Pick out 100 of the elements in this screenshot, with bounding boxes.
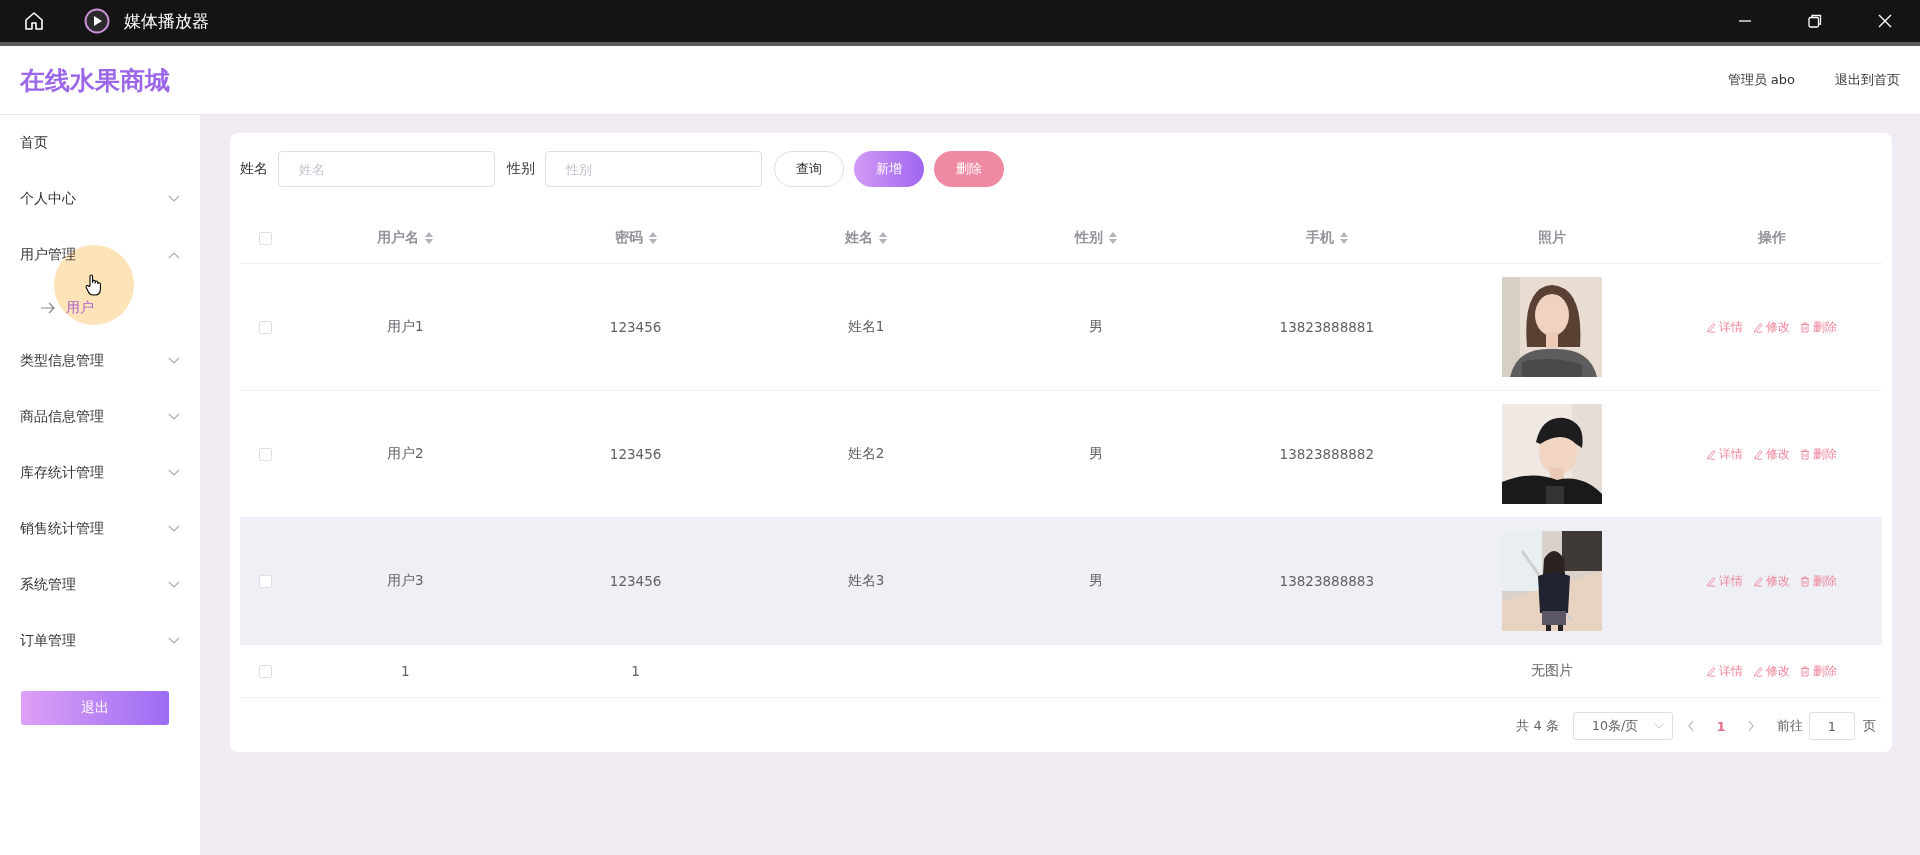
action-link[interactable]: 修改 <box>1753 663 1791 679</box>
pen-icon <box>1706 665 1717 677</box>
app-logo: 在线水果商城 <box>20 64 170 97</box>
action-link[interactable]: 详情 <box>1706 446 1744 462</box>
sort-icon <box>1339 232 1348 244</box>
action-link[interactable]: 修改 <box>1753 446 1791 462</box>
field-label: 性别 <box>507 160 535 178</box>
table-cell: 123456 <box>609 319 662 335</box>
chevron-down-icon <box>1654 723 1664 729</box>
action-link[interactable]: 删除 <box>1800 573 1838 589</box>
column-header[interactable]: 姓名 <box>845 229 887 247</box>
trash-icon <box>1800 321 1811 333</box>
sidebar-item[interactable]: 销售统计管理 <box>0 501 200 557</box>
search-field[interactable]: 性别 <box>545 151 762 187</box>
column-header: 操作 <box>1758 229 1786 247</box>
checkbox[interactable] <box>258 320 272 334</box>
chevron-up-icon <box>168 251 180 259</box>
sidebar-item[interactable]: 个人中心 <box>0 171 200 227</box>
table-cell: 男 <box>1089 318 1104 336</box>
table-cell: 男 <box>1089 445 1104 463</box>
toolbar-button[interactable]: 新增 <box>854 151 924 187</box>
action-link[interactable]: 修改 <box>1753 319 1791 335</box>
sidebar-item[interactable]: 类型信息管理 <box>0 333 200 389</box>
pen-icon <box>1753 448 1764 460</box>
logout-button[interactable]: 退出 <box>21 691 169 725</box>
total-count: 共 4 条 <box>1516 717 1559 735</box>
column-header[interactable]: 性别 <box>1075 229 1118 247</box>
pen-icon <box>1753 665 1764 677</box>
chevron-down-icon <box>168 581 180 589</box>
page-suffix: 页 <box>1863 717 1876 735</box>
sort-icon <box>1109 232 1118 244</box>
table-cell: 用户2 <box>386 445 424 463</box>
arrow-right-icon <box>40 302 56 314</box>
page-size-select[interactable]: 10条/页 <box>1573 712 1673 740</box>
sidebar-item[interactable]: 库存统计管理 <box>0 445 200 501</box>
checkbox[interactable] <box>258 231 272 245</box>
previous-page-icon[interactable] <box>1687 720 1695 732</box>
action-link[interactable]: 删除 <box>1800 319 1838 335</box>
action-link[interactable]: 详情 <box>1706 319 1744 335</box>
column-header: 照片 <box>1538 229 1566 247</box>
action-link[interactable]: 详情 <box>1706 663 1744 679</box>
table-cell: 1 <box>400 663 410 679</box>
exit-home-link[interactable]: 退出到首页 <box>1835 71 1900 89</box>
sidebar-item[interactable]: 系统管理 <box>0 557 200 613</box>
pen-icon <box>1706 575 1717 587</box>
play-icon <box>84 8 110 34</box>
home-icon[interactable] <box>24 11 44 31</box>
column-header[interactable]: 密码 <box>614 229 657 247</box>
table-cell: 1 <box>631 663 640 679</box>
sort-icon <box>425 232 434 244</box>
table-cell: 13823888883 <box>1279 573 1375 589</box>
field-label: 姓名 <box>240 160 268 178</box>
chevron-down-icon <box>168 413 180 421</box>
chevron-down-icon <box>168 469 180 477</box>
close-icon[interactable] <box>1878 14 1892 28</box>
action-link[interactable]: 修改 <box>1753 573 1791 589</box>
chevron-down-icon <box>168 525 180 533</box>
next-page-icon[interactable] <box>1747 720 1755 732</box>
table-cell: 姓名2 <box>847 445 885 463</box>
pen-icon <box>1753 321 1764 333</box>
chevron-down-icon <box>168 195 180 203</box>
window-title: 媒体播放器 <box>124 9 209 33</box>
sidebar-subitem[interactable]: 用户 <box>0 283 200 333</box>
table-cell: 男 <box>1089 572 1104 590</box>
sort-icon <box>648 232 657 244</box>
chevron-down-icon <box>168 637 180 645</box>
admin-user: 管理员 abo <box>1727 71 1795 89</box>
page-number[interactable]: 1 <box>1709 718 1733 734</box>
trash-icon <box>1800 448 1811 460</box>
toolbar-button[interactable]: 查询 <box>774 151 844 187</box>
sidebar-item[interactable]: 用户管理 <box>0 227 200 283</box>
pen-icon <box>1706 321 1717 333</box>
action-link[interactable]: 删除 <box>1800 446 1838 462</box>
sidebar-item[interactable]: 订单管理 <box>0 613 200 669</box>
table-cell: 姓名3 <box>847 572 885 590</box>
column-header[interactable]: 用户名 <box>377 229 434 247</box>
goto-page-field[interactable]: 1 <box>1809 712 1855 740</box>
checkbox[interactable] <box>258 574 272 588</box>
table-cell: 13823888882 <box>1279 446 1375 462</box>
pen-icon <box>1753 575 1764 587</box>
action-link[interactable]: 详情 <box>1706 573 1744 589</box>
checkbox[interactable] <box>258 447 272 461</box>
trash-icon <box>1800 665 1811 677</box>
hand-cursor-icon <box>85 274 103 296</box>
table-cell: 用户3 <box>386 572 424 590</box>
table-cell: 无图片 <box>1531 662 1573 680</box>
sidebar-item[interactable]: 首页 <box>0 115 200 171</box>
table-cell: 用户1 <box>386 318 424 336</box>
restore-icon[interactable] <box>1808 14 1822 28</box>
checkbox[interactable] <box>258 664 272 678</box>
search-field[interactable]: 姓名 <box>278 151 495 187</box>
sidebar-item[interactable]: 商品信息管理 <box>0 389 200 445</box>
sort-icon <box>879 232 887 244</box>
chevron-down-icon <box>168 357 180 365</box>
column-header[interactable]: 手机 <box>1305 229 1348 247</box>
table-cell: 13823888881 <box>1279 319 1375 335</box>
table-cell: 姓名1 <box>847 318 885 336</box>
trash-icon <box>1800 575 1811 587</box>
action-link[interactable]: 删除 <box>1800 663 1838 679</box>
table-cell: 123456 <box>609 446 662 462</box>
